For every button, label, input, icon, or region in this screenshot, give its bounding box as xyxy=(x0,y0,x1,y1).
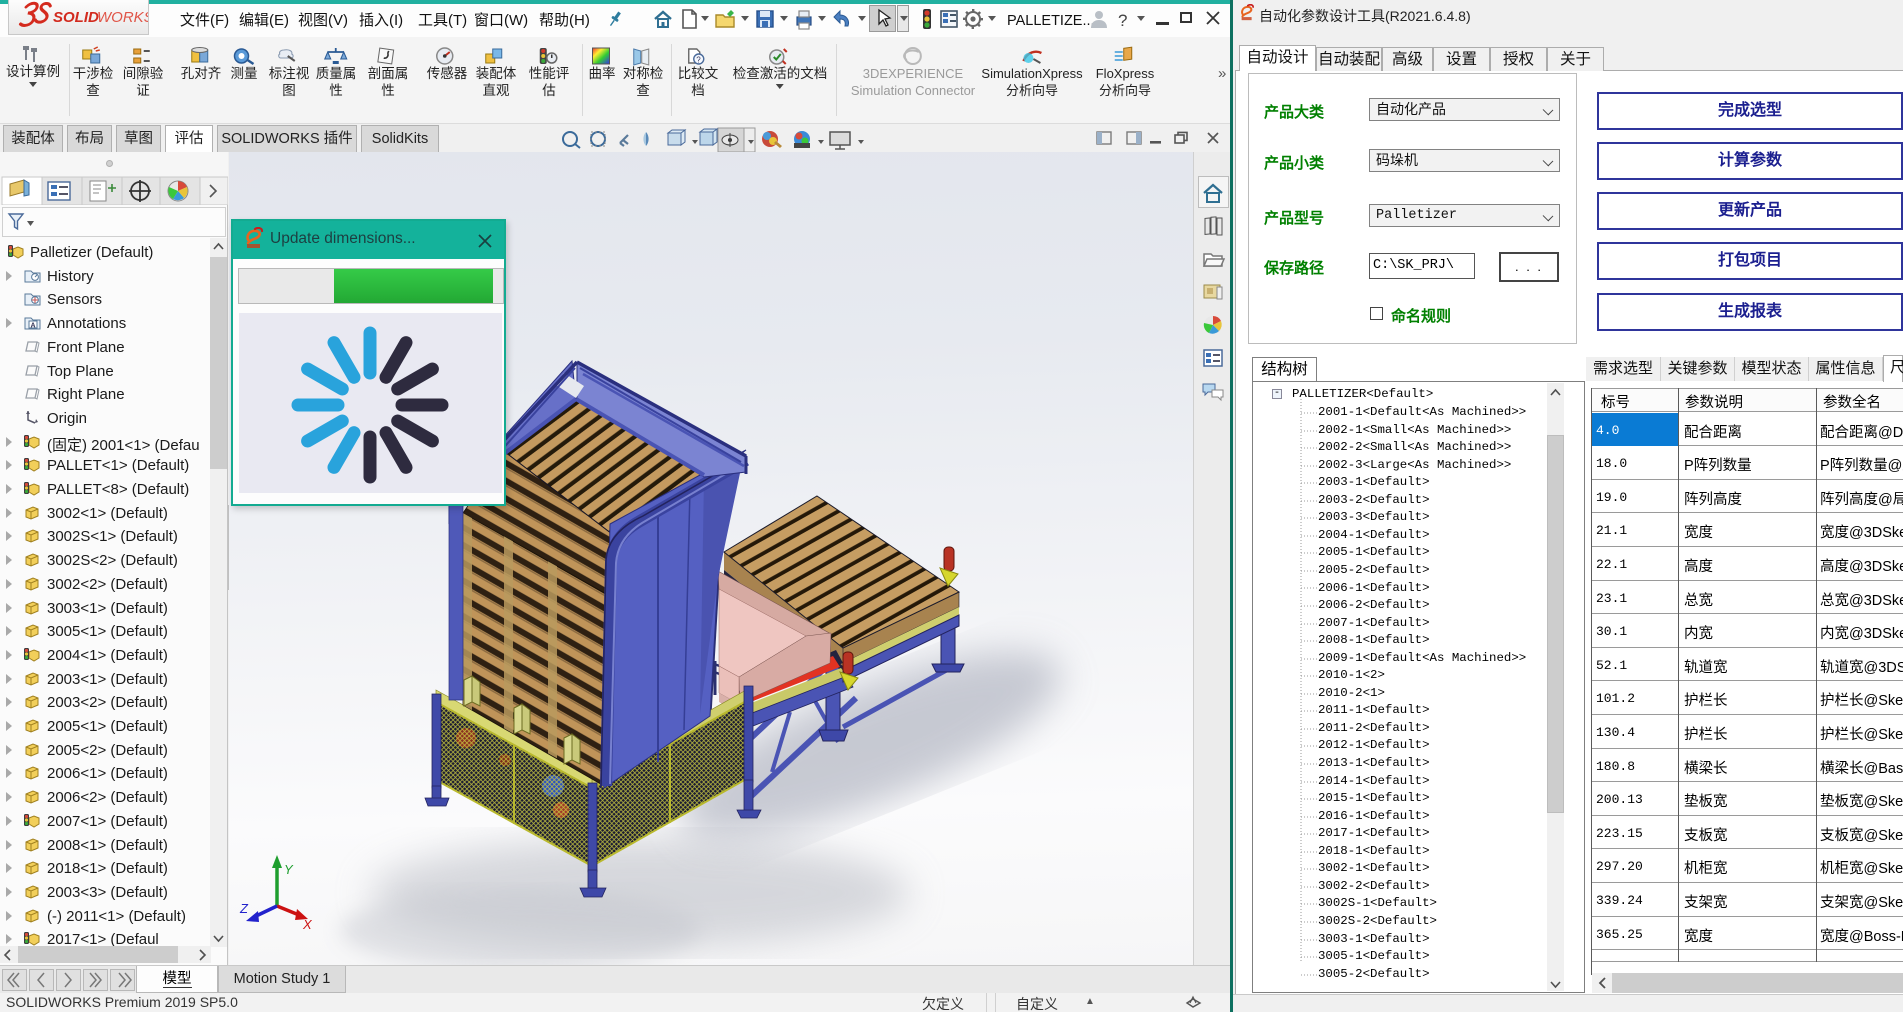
svg-text:X: X xyxy=(302,917,313,932)
svg-text:?: ? xyxy=(697,56,702,65)
svg-text:SOLID: SOLID xyxy=(53,9,99,26)
svg-text:WORKS: WORKS xyxy=(97,9,148,26)
svg-text:Z: Z xyxy=(239,901,249,916)
svg-text:Y: Y xyxy=(284,862,294,877)
